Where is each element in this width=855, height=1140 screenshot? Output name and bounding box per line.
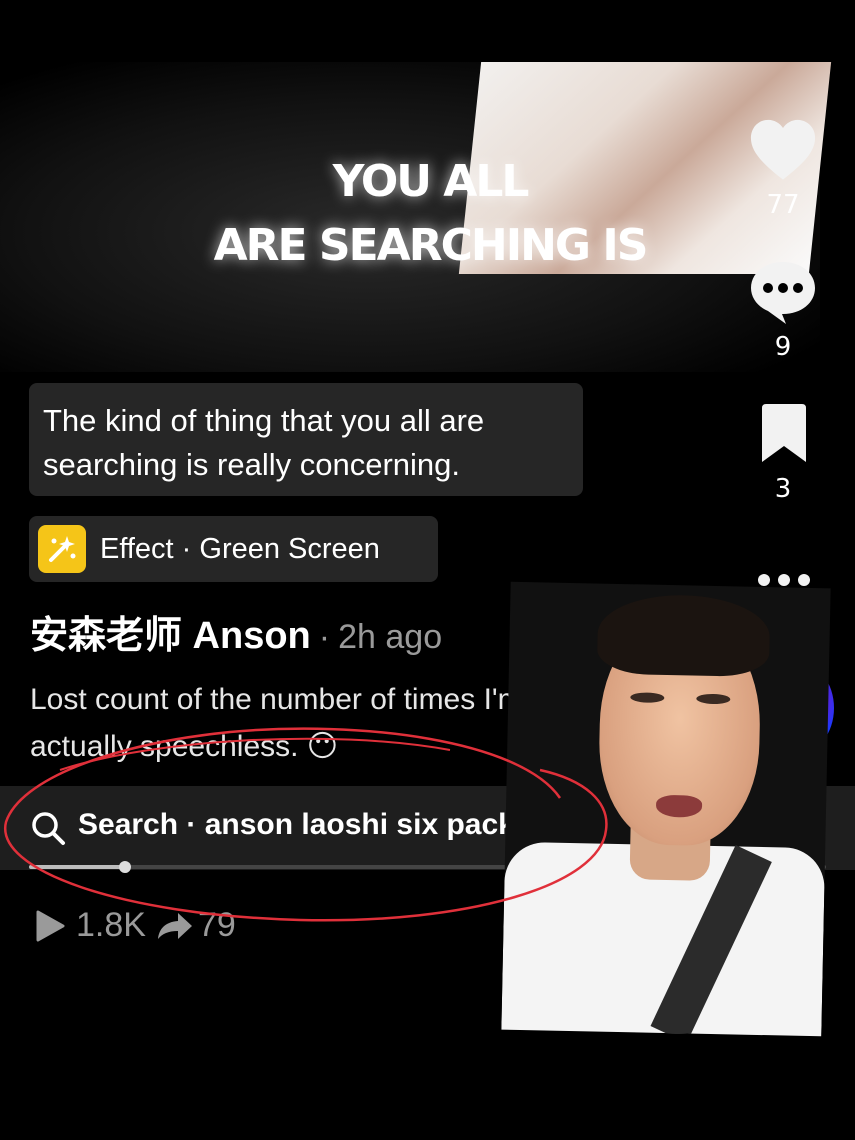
comment-count: 9: [774, 332, 792, 362]
bookmark-icon: [762, 404, 806, 462]
banner-line-1: YOU ALL: [332, 156, 530, 207]
red-annotation-ellipse: [3, 727, 608, 922]
comment-bubble-icon: [751, 262, 815, 324]
banner-title: YOU ALL ARE SEARCHING IS: [160, 150, 700, 278]
post-time: 2h ago: [338, 618, 443, 656]
caption-box: The kind of thing that you all are searc…: [29, 383, 583, 496]
like-count: 77: [766, 190, 800, 220]
effect-sparkle-icon: [38, 525, 86, 573]
effect-label: Effect · Green Screen: [100, 532, 380, 565]
author-name[interactable]: 安森老师 Anson: [30, 615, 311, 657]
caption-text: The kind of thing that you all are searc…: [43, 403, 485, 482]
effect-chip[interactable]: Effect · Green Screen: [29, 516, 438, 582]
banner-line-2: ARE SEARCHING IS: [213, 220, 649, 271]
comment-button[interactable]: [748, 258, 818, 331]
heart-icon: [750, 119, 816, 180]
save-count: 3: [774, 474, 792, 504]
presenter-hair: [596, 593, 771, 678]
author-line: 安森老师 Anson · 2h ago: [30, 604, 442, 659]
like-button[interactable]: [748, 116, 818, 187]
save-button[interactable]: [758, 404, 810, 469]
author-separator: ·: [318, 618, 331, 656]
